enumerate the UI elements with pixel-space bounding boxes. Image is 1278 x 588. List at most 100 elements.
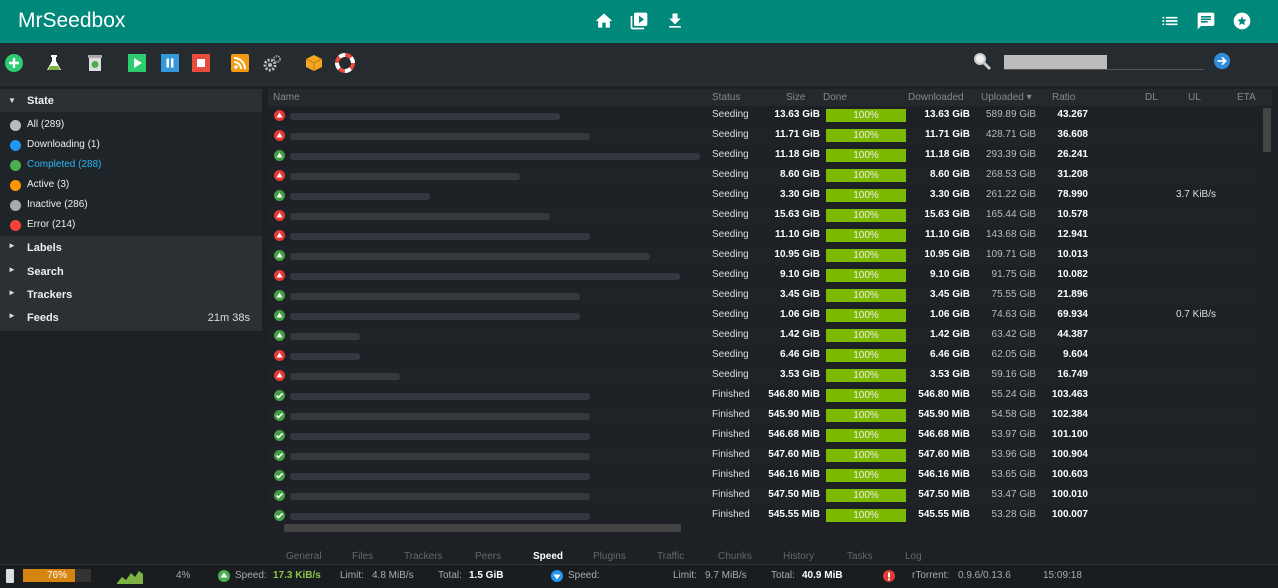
home-icon[interactable]: [594, 11, 614, 31]
sidebar-trackers-header[interactable]: ► Trackers: [0, 285, 262, 307]
table-row[interactable]: Finished 547.50 MiB 100% 547.50 MiB 53.47 Gi…: [268, 486, 1258, 506]
check-status-icon: [274, 490, 285, 501]
search-go-icon[interactable]: [1213, 52, 1231, 70]
table-row[interactable]: Seeding 11.71 GiB 100% 11.71 GiB 428.71 GiB 3…: [268, 126, 1258, 146]
upload-limit[interactable]: 4.8 MiB/s: [372, 570, 414, 581]
rss-icon[interactable]: [230, 53, 250, 73]
table-row[interactable]: Seeding 15.63 GiB 100% 15.63 GiB 165.44 GiB 1…: [268, 206, 1258, 226]
torrent-ratio: 9.604: [1062, 349, 1088, 360]
col-eta[interactable]: ETA: [1237, 92, 1256, 103]
video-library-icon[interactable]: [629, 11, 649, 31]
table-row[interactable]: Seeding 10.95 GiB 100% 10.95 GiB 109.71 GiB 1…: [268, 246, 1258, 266]
add-torrent-icon[interactable]: [4, 53, 24, 73]
tab-general[interactable]: General: [286, 551, 322, 562]
star-badge-icon[interactable]: [1232, 11, 1252, 31]
tab-peers[interactable]: Peers: [475, 551, 501, 562]
torrent-name-blurred: [290, 333, 360, 340]
col-downloaded[interactable]: Downloaded: [908, 92, 964, 103]
progress-bar: 100%: [826, 369, 906, 382]
horizontal-scrollbar[interactable]: [284, 524, 681, 532]
torrent-name-blurred: [290, 253, 650, 260]
tab-files[interactable]: Files: [352, 551, 373, 562]
sidebar-feeds-header[interactable]: ► Feeds 21m 38s: [0, 308, 262, 330]
torrent-uploaded: 91.75 GiB: [991, 269, 1036, 280]
tab-history[interactable]: History: [783, 551, 814, 562]
col-name[interactable]: Name: [273, 92, 300, 103]
remove-icon[interactable]: [85, 53, 105, 73]
torrent-ul-speed: 0.7 KiB/s: [1175, 309, 1216, 320]
table-row[interactable]: Finished 546.16 MiB 100% 546.16 MiB 53.65 Gi…: [268, 466, 1258, 486]
torrent-uploaded: 53.28 GiB: [991, 509, 1036, 520]
torrent-name-blurred: [290, 453, 590, 460]
table-row[interactable]: Seeding 13.63 GiB 100% 13.63 GiB 589.89 GiB 4…: [268, 106, 1258, 126]
table-row[interactable]: Seeding 3.45 GiB 100% 3.45 GiB 75.55 GiB 21.8…: [268, 286, 1258, 306]
tab-speed[interactable]: Speed: [533, 551, 563, 562]
col-ratio[interactable]: Ratio: [1052, 92, 1075, 103]
torrent-ul-speed: 3.7 KiB/s: [1175, 189, 1216, 200]
create-torrent-icon[interactable]: [44, 53, 64, 73]
torrent-size: 546.80 MiB: [768, 389, 820, 400]
tab-tasks[interactable]: Tasks: [847, 551, 873, 562]
download-limit[interactable]: 9.7 MiB/s: [705, 570, 747, 581]
col-done[interactable]: Done: [823, 92, 847, 103]
brand-title[interactable]: MrSeedbox: [18, 9, 125, 33]
chat-icon[interactable]: [1196, 11, 1216, 31]
table-row[interactable]: Seeding 1.06 GiB 100% 1.06 GiB 74.63 GiB 69.9…: [268, 306, 1258, 326]
torrent-downloaded: 11.10 GiB: [924, 229, 970, 240]
table-row[interactable]: Seeding 6.46 GiB 100% 6.46 GiB 62.05 GiB 9.60…: [268, 346, 1258, 366]
tab-log[interactable]: Log: [905, 551, 922, 562]
tab-trackers[interactable]: Trackers: [404, 551, 443, 562]
col-dl[interactable]: DL: [1145, 92, 1158, 103]
torrent-status: Finished: [712, 469, 750, 480]
state-list: All (289) Downloading (1) Completed (288) A…: [0, 112, 262, 236]
col-size[interactable]: Size: [786, 92, 805, 103]
torrent-ratio: 43.267: [1057, 109, 1088, 120]
sidebar-labels-header[interactable]: ► Labels: [0, 238, 262, 260]
table-row[interactable]: Finished 545.55 MiB 100% 545.55 MiB 53.28 Gi…: [268, 506, 1258, 526]
table-row[interactable]: Seeding 9.10 GiB 100% 9.10 GiB 91.75 GiB 10.0…: [268, 266, 1258, 286]
alert-icon[interactable]: [883, 570, 895, 582]
search-input[interactable]: [1004, 55, 1107, 69]
plugins-icon[interactable]: [304, 53, 324, 73]
start-icon[interactable]: [127, 53, 147, 73]
torrent-size: 3.45 GiB: [779, 289, 820, 300]
settings-icon[interactable]: [262, 53, 282, 73]
search-icon[interactable]: [972, 51, 992, 71]
col-status[interactable]: Status: [712, 92, 740, 103]
error-status-icon: [274, 110, 285, 121]
table-row[interactable]: Seeding 1.42 GiB 100% 1.42 GiB 63.42 GiB 44.3…: [268, 326, 1258, 346]
vertical-scrollbar[interactable]: [1263, 108, 1271, 152]
torrent-name-blurred: [290, 373, 400, 380]
table-row[interactable]: Seeding 11.18 GiB 100% 11.18 GiB 293.39 GiB 2…: [268, 146, 1258, 166]
search-underline: [1004, 69, 1204, 70]
torrent-uploaded: 54.58 GiB: [991, 409, 1036, 420]
table-row[interactable]: Finished 545.90 MiB 100% 545.90 MiB 54.58 Gi…: [268, 406, 1258, 426]
table-row[interactable]: Seeding 3.53 GiB 100% 3.53 GiB 59.16 GiB 16.7…: [268, 366, 1258, 386]
tab-plugins[interactable]: Plugins: [593, 551, 626, 562]
help-icon[interactable]: [335, 53, 355, 73]
table-row[interactable]: Seeding 8.60 GiB 100% 8.60 GiB 268.53 GiB 31.…: [268, 166, 1258, 186]
sidebar-state-header[interactable]: ▼ State: [0, 93, 262, 113]
seeding-status-icon: [274, 190, 285, 201]
torrent-size: 1.06 GiB: [779, 309, 820, 320]
list-icon[interactable]: [1160, 11, 1180, 31]
sidebar-search-header[interactable]: ► Search: [0, 262, 262, 284]
progress-bar: 100%: [826, 309, 906, 322]
download-icon[interactable]: [665, 11, 685, 31]
col-ul[interactable]: UL: [1188, 92, 1201, 103]
table-row[interactable]: Seeding 11.10 GiB 100% 11.10 GiB 143.68 GiB 1…: [268, 226, 1258, 246]
tab-traffic[interactable]: Traffic: [657, 551, 684, 562]
table-row[interactable]: Finished 546.68 MiB 100% 546.68 MiB 53.97 Gi…: [268, 426, 1258, 446]
table-row[interactable]: Finished 547.60 MiB 100% 547.60 MiB 53.96 Gi…: [268, 446, 1258, 466]
stop-icon[interactable]: [191, 53, 211, 73]
state-dot-icon: [10, 120, 21, 131]
table-row[interactable]: Finished 546.80 MiB 100% 546.80 MiB 55.24 Gi…: [268, 386, 1258, 406]
torrent-uploaded: 53.97 GiB: [991, 429, 1036, 440]
col-uploaded[interactable]: Uploaded ▾: [981, 92, 1032, 103]
table-row[interactable]: Seeding 3.30 GiB 100% 3.30 GiB 261.22 GiB 78.…: [268, 186, 1258, 206]
tab-chunks[interactable]: Chunks: [718, 551, 752, 562]
torrent-downloaded: 6.46 GiB: [929, 349, 970, 360]
pause-icon[interactable]: [160, 53, 180, 73]
torrent-ratio: 103.463: [1051, 389, 1088, 400]
progress-bar: 100%: [826, 329, 906, 342]
